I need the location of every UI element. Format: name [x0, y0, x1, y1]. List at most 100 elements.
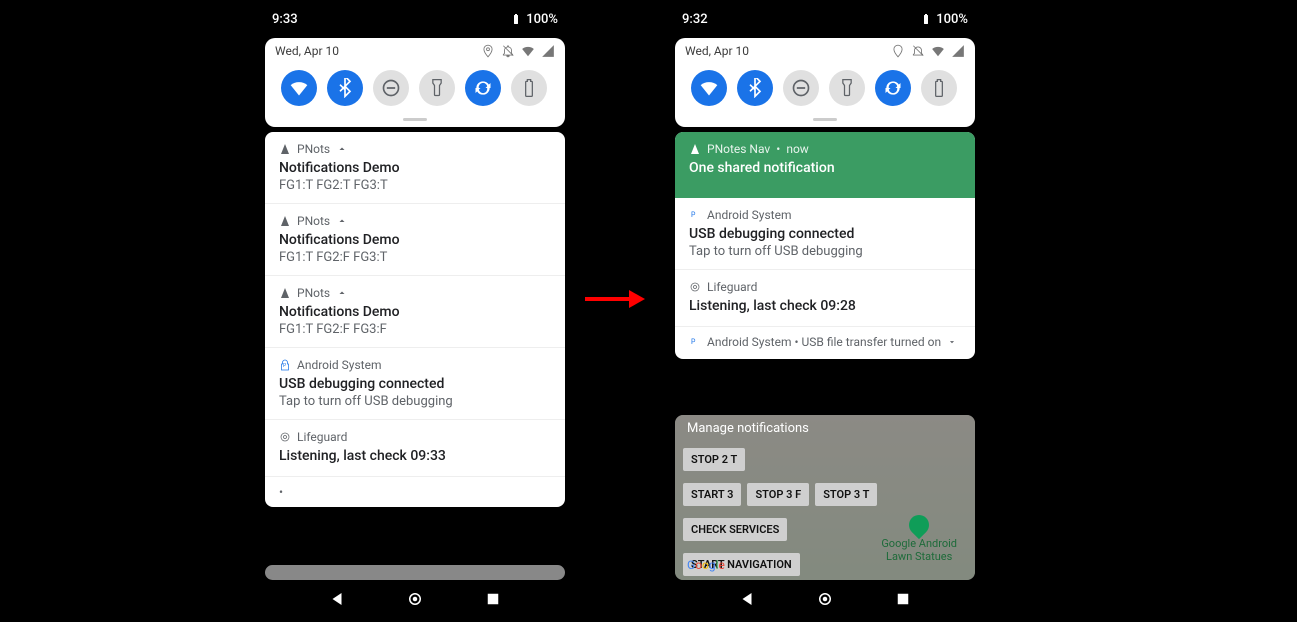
notif-title: Notifications Demo	[279, 304, 551, 320]
qs-header: Wed, Apr 10	[265, 38, 565, 60]
chevron-up-icon[interactable]	[336, 143, 348, 155]
app-icon	[279, 215, 291, 227]
notif-title: Notifications Demo	[279, 232, 551, 248]
nav-back-icon[interactable]	[738, 590, 756, 608]
qs-dnd[interactable]	[373, 70, 409, 106]
notification-collapsed-row[interactable]: •	[265, 477, 565, 507]
app-icon	[689, 281, 701, 293]
status-time: 9:32	[682, 12, 708, 27]
status-battery: 100%	[510, 12, 558, 27]
nav-recents-icon[interactable]	[894, 590, 912, 608]
notif-body: Tap to turn off USB debugging	[279, 394, 551, 409]
qs-batterysaver[interactable]	[511, 70, 547, 106]
phone-left: 9:33 100% Wed, Apr 10	[260, 5, 570, 620]
map-buttons-row-1: STOP 2 T	[675, 442, 975, 477]
location-icon	[481, 44, 495, 58]
map-button[interactable]: STOP 3 F	[747, 483, 809, 506]
location-icon	[891, 44, 905, 58]
notification-lifeguard[interactable]: Lifeguard Listening, last check 09:28	[675, 270, 975, 327]
app-icon	[279, 287, 291, 299]
notif-title: One shared notification	[689, 160, 961, 176]
app-name: PNots	[297, 286, 330, 300]
qs-autorotate[interactable]	[875, 70, 911, 106]
nav-bar	[260, 578, 570, 620]
notification-android-system[interactable]: P Android System USB debugging connected…	[265, 348, 565, 420]
notif-title: Listening, last check 09:28	[689, 298, 961, 314]
qs-bluetooth[interactable]	[327, 70, 363, 106]
svg-text:P: P	[283, 363, 286, 369]
notif-title: Notifications Demo	[279, 160, 551, 176]
map-button[interactable]: STOP 3 T	[815, 483, 877, 506]
notif-title: USB debugging connected	[689, 226, 961, 242]
app-name: Lifeguard	[297, 430, 347, 444]
svg-text:P: P	[691, 211, 696, 219]
app-name: Android System	[707, 208, 792, 222]
map-pin-icon	[905, 511, 933, 539]
chevron-up-icon[interactable]	[336, 287, 348, 299]
manage-notifications-link[interactable]: Manage notifications	[675, 415, 975, 442]
qs-drag-handle[interactable]	[813, 118, 837, 121]
qs-status-icons	[481, 44, 555, 58]
qs-wifi[interactable]	[691, 70, 727, 106]
bell-off-icon	[501, 44, 515, 58]
notification-pnots-3[interactable]: PNots Notifications Demo FG1:T FG2:F FG3…	[265, 276, 565, 348]
qs-wifi[interactable]	[281, 70, 317, 106]
map-button[interactable]: START 3	[683, 483, 741, 506]
notification-pnots-2[interactable]: PNots Notifications Demo FG1:T FG2:F FG3…	[265, 204, 565, 276]
chevron-up-icon[interactable]	[336, 215, 348, 227]
qs-status-icons	[891, 44, 965, 58]
map-place-label[interactable]: Google Android Lawn Statues	[881, 515, 957, 563]
qs-drag-handle[interactable]	[403, 118, 427, 121]
qs-panel: Wed, Apr 10	[675, 38, 975, 127]
app-icon	[279, 143, 291, 155]
qs-header: Wed, Apr 10	[675, 38, 975, 60]
status-time: 9:33	[272, 12, 298, 27]
notification-shade: PNots Notifications Demo FG1:T FG2:T FG3…	[265, 132, 565, 507]
wifi-icon	[931, 44, 945, 58]
qs-batterysaver[interactable]	[921, 70, 957, 106]
signal-icon	[541, 44, 555, 58]
app-icon: P	[689, 336, 701, 348]
notif-body: FG1:T FG2:F FG3:F	[279, 322, 551, 337]
collapsed-text: Android System • USB file transfer turne…	[707, 335, 941, 349]
google-logo: Google	[687, 558, 725, 572]
notif-when: now	[786, 142, 809, 156]
notification-heads-up[interactable]: PNotes Nav • now One shared notification	[675, 132, 975, 198]
map-button[interactable]: CHECK SERVICES	[683, 518, 787, 541]
qs-tiles	[675, 60, 975, 118]
notification-pnots-1[interactable]: PNots Notifications Demo FG1:T FG2:T FG3…	[265, 132, 565, 204]
notification-lifeguard[interactable]: Lifeguard Listening, last check 09:33	[265, 420, 565, 477]
transition-arrow	[585, 290, 645, 308]
nav-back-icon[interactable]	[328, 590, 346, 608]
app-name: Lifeguard	[707, 280, 757, 294]
status-battery: 100%	[920, 12, 968, 27]
qs-dnd[interactable]	[783, 70, 819, 106]
bell-off-icon	[911, 44, 925, 58]
app-name: PNots	[297, 214, 330, 228]
qs-bluetooth[interactable]	[737, 70, 773, 106]
notif-title: Listening, last check 09:33	[279, 448, 551, 464]
wifi-icon	[521, 44, 535, 58]
notification-android-system[interactable]: P Android System USB debugging connected…	[675, 198, 975, 270]
qs-autorotate[interactable]	[465, 70, 501, 106]
app-name: Android System	[297, 358, 382, 372]
nav-recents-icon[interactable]	[484, 590, 502, 608]
phone-right: 9:32 100% Wed, Apr 10	[670, 5, 980, 620]
qs-panel: Wed, Apr 10	[265, 38, 565, 127]
qs-flashlight[interactable]	[419, 70, 455, 106]
qs-date: Wed, Apr 10	[275, 44, 339, 58]
map-button[interactable]: STOP 2 T	[683, 448, 745, 471]
map-buttons-row-2: START 3 STOP 3 F STOP 3 T	[675, 477, 975, 512]
background-app-map: Manage notifications STOP 2 T START 3 ST…	[675, 415, 975, 580]
status-bar: 9:32 100%	[670, 5, 980, 33]
nav-home-icon[interactable]	[406, 590, 424, 608]
notification-shade: PNotes Nav • now One shared notification…	[675, 132, 975, 359]
notif-body: Tap to turn off USB debugging	[689, 244, 961, 259]
qs-flashlight[interactable]	[829, 70, 865, 106]
qs-tiles	[265, 60, 565, 118]
notification-collapsed[interactable]: P Android System • USB file transfer tur…	[675, 327, 975, 359]
qs-date: Wed, Apr 10	[685, 44, 749, 58]
signal-icon	[951, 44, 965, 58]
nav-home-icon[interactable]	[816, 590, 834, 608]
app-name: PNotes Nav	[707, 142, 770, 156]
